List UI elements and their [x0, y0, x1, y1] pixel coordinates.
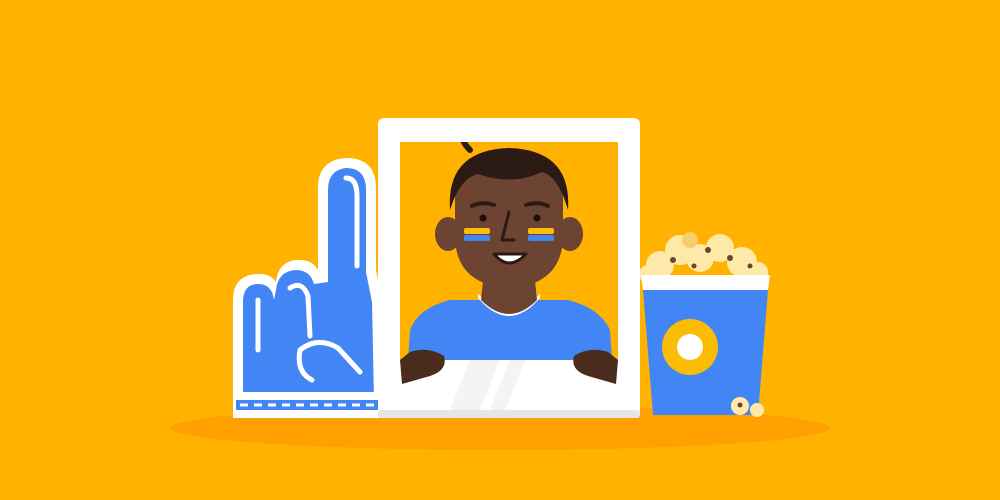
popcorn-bucket-icon: [639, 232, 770, 417]
illustration-scene: [0, 0, 1000, 500]
photo-frame-icon: [378, 118, 640, 418]
illustration-canvas: [0, 0, 1000, 500]
